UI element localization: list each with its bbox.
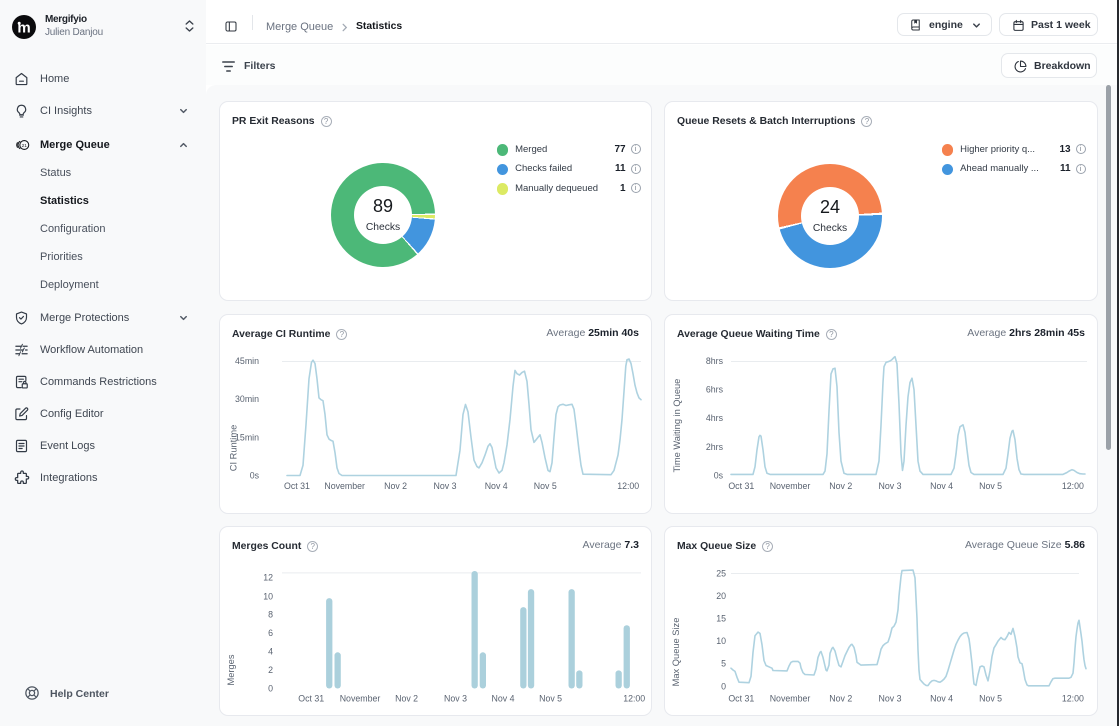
svg-text:November: November [340,694,381,704]
svg-text:15min: 15min [235,432,259,442]
svg-text:November: November [770,481,811,491]
svg-text:8: 8 [268,610,273,620]
svg-text:4hrs: 4hrs [706,413,724,423]
svg-text:Oct 31: Oct 31 [298,694,324,704]
svg-text:CI Runtime: CI Runtime [229,425,239,472]
svg-text:Max Queue Size: Max Queue Size [671,618,681,687]
svg-text:0: 0 [721,681,726,691]
svg-text:Nov 4: Nov 4 [930,481,953,491]
svg-text:Nov 3: Nov 3 [879,481,902,491]
svg-text:6: 6 [268,628,273,638]
svg-text:12:00: 12:00 [623,694,645,704]
svg-text:Nov 5: Nov 5 [534,481,557,491]
svg-text:Nov 4: Nov 4 [930,694,953,704]
svg-text:Nov 5: Nov 5 [539,694,562,704]
svg-text:5: 5 [721,659,726,669]
svg-text:Merges: Merges [226,654,236,685]
svg-text:10: 10 [716,636,726,646]
svg-text:November: November [770,694,811,704]
svg-text:Nov 3: Nov 3 [444,694,467,704]
svg-text:12:00: 12:00 [1062,694,1084,704]
svg-text:Nov 3: Nov 3 [434,481,457,491]
svg-text:30min: 30min [235,394,259,404]
svg-text:Oct 31: Oct 31 [728,481,754,491]
svg-text:Nov 2: Nov 2 [829,694,852,704]
svg-text:Nov 5: Nov 5 [979,694,1002,704]
svg-text:Nov 2: Nov 2 [395,694,418,704]
svg-text:Nov 2: Nov 2 [829,481,852,491]
svg-text:November: November [324,481,365,491]
svg-text:Nov 4: Nov 4 [485,481,508,491]
svg-text:2hrs: 2hrs [706,442,724,452]
svg-text:21: 21 [22,143,28,149]
svg-text:12:00: 12:00 [1062,481,1084,491]
svg-text:Nov 4: Nov 4 [492,694,515,704]
svg-text:20: 20 [716,591,726,601]
svg-text:8hrs: 8hrs [706,356,724,366]
svg-text:Nov 5: Nov 5 [979,481,1002,491]
svg-text:0: 0 [268,683,273,693]
svg-text:12: 12 [263,572,273,582]
svg-text:6hrs: 6hrs [706,385,724,395]
svg-text:15: 15 [716,614,726,624]
svg-text:Nov 3: Nov 3 [879,694,902,704]
svg-text:45min: 45min [235,356,259,366]
svg-text:25: 25 [716,568,726,578]
svg-text:0s: 0s [714,470,724,480]
svg-text:Oct 31: Oct 31 [728,694,754,704]
svg-text:Time Waiting in Queue: Time Waiting in Queue [672,379,682,473]
svg-text:Oct 31: Oct 31 [284,481,310,491]
svg-text:4: 4 [268,646,273,656]
svg-text:2: 2 [268,665,273,675]
svg-text:12:00: 12:00 [617,481,639,491]
svg-text:Nov 2: Nov 2 [384,481,407,491]
svg-text:0s: 0s [250,471,260,481]
svg-text:10: 10 [263,592,273,602]
